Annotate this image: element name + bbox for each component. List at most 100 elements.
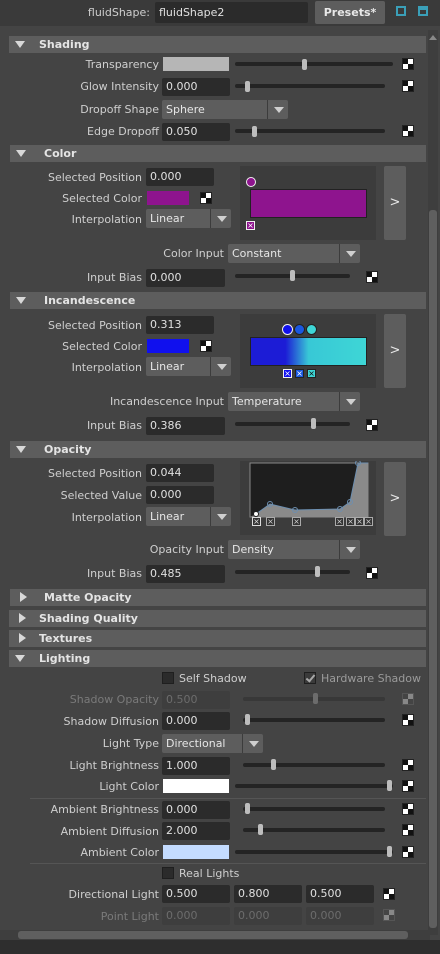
light-brightness-field[interactable]: 1.000	[162, 757, 230, 775]
opacity-curve-expand-button[interactable]: >	[384, 462, 406, 536]
opacity-input-bias-field[interactable]: 0.485	[146, 565, 225, 583]
glow-intensity-slider[interactable]	[235, 84, 385, 88]
node-name-field[interactable]: fluidShape2	[155, 2, 308, 23]
ambient-brightness-field[interactable]: 0.000	[162, 801, 230, 819]
section-matte-opacity[interactable]: Matte Opacity	[10, 589, 426, 606]
map-button-icon[interactable]	[402, 759, 414, 771]
map-button-icon[interactable]	[402, 58, 414, 70]
map-button-icon[interactable]	[402, 714, 414, 726]
map-button-icon[interactable]	[402, 846, 414, 858]
slider-handle[interactable]	[258, 824, 263, 835]
incandescence-input-bias-slider[interactable]	[235, 422, 350, 426]
scrollbar-thumb[interactable]	[429, 210, 437, 928]
opacity-input-bias-slider[interactable]	[235, 570, 350, 574]
opacity-input-dropdown[interactable]: Density	[228, 540, 360, 559]
shadow-opacity-field[interactable]: 0.500	[162, 691, 230, 709]
slider-handle[interactable]	[271, 759, 276, 770]
color-interpolation-dropdown[interactable]: Linear	[146, 209, 231, 228]
ambient-diffusion-slider[interactable]	[243, 828, 385, 832]
map-button-icon[interactable]	[402, 125, 414, 137]
map-button-icon[interactable]	[383, 909, 395, 921]
scroll-up-icon[interactable]	[429, 35, 437, 40]
slider-handle[interactable]	[245, 81, 250, 92]
slider-handle[interactable]	[311, 418, 316, 429]
slider-handle[interactable]	[315, 566, 320, 577]
ramp-delete-icon[interactable]: ×	[283, 369, 292, 378]
map-button-icon[interactable]	[402, 780, 414, 792]
map-button-icon[interactable]	[200, 192, 212, 204]
focus-node-icon[interactable]	[418, 6, 428, 16]
curve-point-icon[interactable]	[253, 511, 259, 517]
hscroll-thumb[interactable]	[18, 931, 408, 939]
curve-delete-icon[interactable]: ×	[252, 517, 261, 526]
section-lighting[interactable]: Lighting	[9, 650, 426, 667]
opacity-selected-position-field[interactable]: 0.044	[146, 464, 214, 482]
curve-delete-icon[interactable]: ×	[364, 517, 373, 526]
map-button-icon[interactable]	[402, 80, 414, 92]
slider-handle[interactable]	[252, 126, 257, 137]
incandescence-input-bias-field[interactable]: 0.386	[146, 417, 225, 435]
color-input-dropdown[interactable]: Constant	[228, 244, 360, 263]
incandescence-selected-position-field[interactable]: 0.313	[146, 316, 214, 334]
ramp-handle-icon[interactable]	[282, 324, 293, 335]
shadow-diffusion-field[interactable]: 0.000	[162, 712, 230, 730]
map-button-icon[interactable]	[200, 340, 212, 352]
ambient-color-swatch[interactable]	[163, 845, 229, 859]
section-opacity[interactable]: Opacity	[10, 441, 426, 458]
light-brightness-slider[interactable]	[243, 763, 385, 767]
color-ramp-gradient[interactable]	[250, 189, 367, 218]
color-selected-position-field[interactable]: 0.000	[146, 168, 214, 186]
ramp-handle-icon[interactable]	[246, 177, 256, 187]
color-selected-color-swatch[interactable]	[147, 191, 189, 205]
map-button-icon[interactable]	[366, 419, 378, 431]
curve-delete-icon[interactable]: ×	[292, 517, 301, 526]
show-node-icon[interactable]	[396, 6, 406, 16]
incandescence-input-dropdown[interactable]: Temperature	[228, 392, 360, 411]
slider-handle[interactable]	[387, 846, 392, 857]
real-lights-checkbox[interactable]	[162, 867, 174, 879]
section-shading[interactable]: Shading	[9, 36, 426, 53]
slider-handle[interactable]	[245, 714, 250, 725]
slider-handle[interactable]	[290, 270, 295, 281]
dropoff-shape-dropdown[interactable]: Sphere	[162, 100, 288, 119]
ramp-delete-icon[interactable]: ×	[295, 369, 304, 378]
curve-delete-icon[interactable]: ×	[346, 517, 355, 526]
map-button-icon[interactable]	[366, 271, 378, 283]
shadow-diffusion-slider[interactable]	[243, 718, 385, 722]
map-button-icon[interactable]	[366, 567, 378, 579]
color-input-bias-field[interactable]: 0.000	[146, 269, 225, 287]
ambient-color-slider[interactable]	[235, 850, 393, 854]
presets-button[interactable]: Presets*	[315, 1, 385, 24]
edge-dropoff-slider[interactable]	[235, 129, 385, 133]
section-incandescence[interactable]: Incandescence	[10, 292, 426, 309]
self-shadow-checkbox[interactable]	[162, 672, 174, 684]
map-button-icon[interactable]	[383, 888, 395, 900]
ambient-diffusion-field[interactable]: 2.000	[162, 822, 230, 840]
hardware-shadow-checkbox[interactable]	[304, 672, 316, 684]
incandescence-interpolation-dropdown[interactable]: Linear	[146, 357, 231, 376]
incandescence-ramp-gradient[interactable]	[250, 337, 367, 366]
section-shading-quality[interactable]: Shading Quality	[9, 610, 426, 627]
section-color[interactable]: Color	[10, 145, 426, 162]
curve-delete-icon[interactable]: ×	[355, 517, 364, 526]
ramp-handle-icon[interactable]	[294, 324, 305, 335]
directional-light-y-field[interactable]: 0.800	[234, 885, 302, 903]
slider-handle[interactable]	[387, 780, 392, 791]
opacity-interpolation-dropdown[interactable]: Linear	[146, 507, 231, 526]
point-light-z-field[interactable]: 0.000	[306, 907, 374, 925]
slider-handle[interactable]	[245, 803, 250, 814]
edge-dropoff-field[interactable]: 0.050	[162, 123, 230, 141]
ramp-handle-icon[interactable]	[306, 324, 317, 335]
color-ramp-expand-button[interactable]: >	[384, 166, 406, 240]
section-textures[interactable]: Textures	[9, 630, 426, 647]
ambient-brightness-slider[interactable]	[243, 807, 385, 811]
directional-light-z-field[interactable]: 0.500	[306, 885, 374, 903]
point-light-y-field[interactable]: 0.000	[234, 907, 302, 925]
light-color-swatch[interactable]	[163, 779, 229, 793]
incandescence-selected-color-swatch[interactable]	[147, 339, 189, 353]
map-button-icon[interactable]	[402, 824, 414, 836]
point-light-x-field[interactable]: 0.000	[162, 907, 230, 925]
map-button-icon[interactable]	[402, 803, 414, 815]
ramp-delete-icon[interactable]: ×	[307, 369, 316, 378]
ramp-delete-icon[interactable]: ×	[246, 221, 255, 230]
